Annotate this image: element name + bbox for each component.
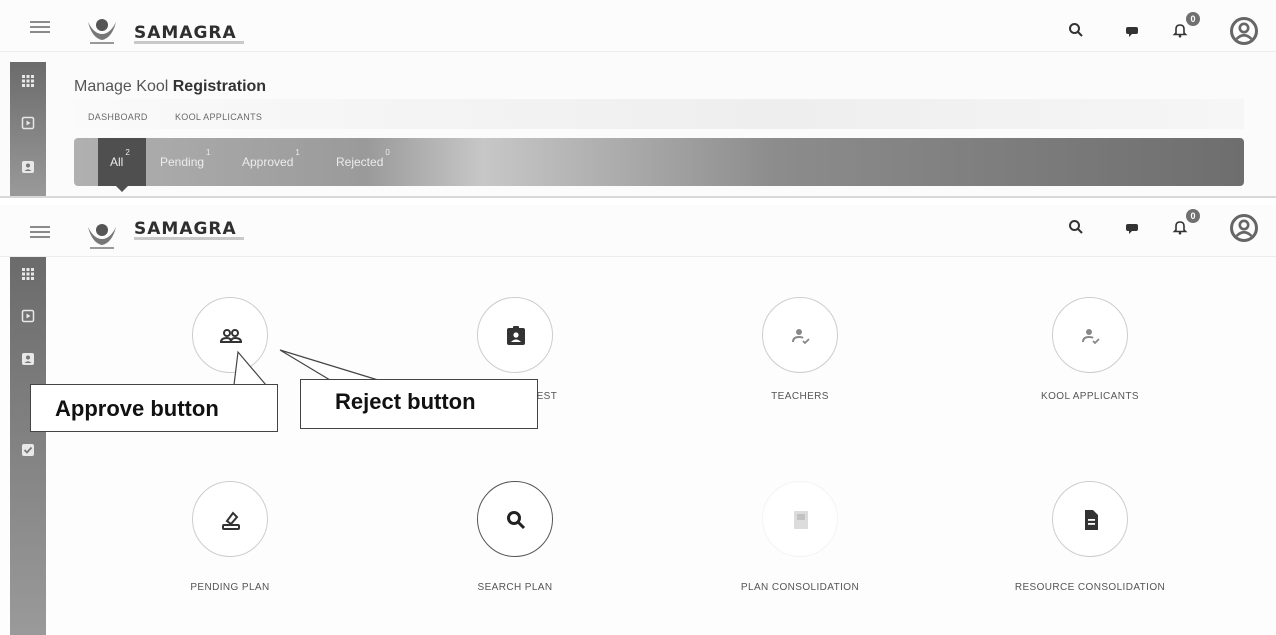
- group-icon[interactable]: [192, 297, 268, 373]
- bell-icon[interactable]: [1172, 219, 1188, 235]
- approve-button-callout: Approve button: [30, 384, 278, 432]
- sidebar: [10, 257, 46, 635]
- bell-icon[interactable]: [1172, 22, 1188, 38]
- plan-consolidation-icon[interactable]: [762, 481, 838, 557]
- tile-label: KOOL APPLICANTS: [1041, 391, 1139, 402]
- registration-screen: SAMAGRA 0 Manage Kool Registration DASHB…: [0, 0, 1276, 198]
- checkbox-icon[interactable]: [21, 443, 35, 457]
- tile-pending-plan[interactable]: PENDING PLAN: [90, 467, 370, 635]
- breadcrumb-kool-applicants[interactable]: KOOL APPLICANTS: [175, 112, 262, 122]
- brand-name: SAMAGRA: [134, 219, 237, 239]
- teacher-icon[interactable]: [762, 297, 838, 373]
- tile-label: TEACHERS: [771, 391, 829, 402]
- search-icon[interactable]: [1068, 219, 1084, 235]
- sidebar: [10, 62, 46, 196]
- tile-search-plan[interactable]: SEARCH PLAN: [375, 467, 655, 635]
- menu-icon[interactable]: [30, 226, 50, 238]
- tab-rejected[interactable]: Rejected0: [336, 148, 390, 169]
- notification-badge: 0: [1186, 12, 1200, 26]
- tile-kool-applicants[interactable]: KOOL APPLICANTS: [950, 287, 1230, 457]
- tile-label: PENDING PLAN: [190, 582, 270, 593]
- profile-card-icon[interactable]: [21, 352, 35, 366]
- brand-tagline: [134, 237, 244, 240]
- tile-plan-consolidation[interactable]: PLAN CONSOLIDATION: [660, 467, 940, 635]
- notification-badge: 0: [1186, 209, 1200, 223]
- status-tabs: All2 Pending1 Approved1 Rejected0: [74, 138, 1244, 192]
- document-icon[interactable]: [1052, 481, 1128, 557]
- app-header: SAMAGRA 0: [0, 205, 1276, 257]
- breadcrumb-dashboard[interactable]: DASHBOARD: [88, 112, 148, 122]
- brand-name: SAMAGRA: [134, 23, 237, 43]
- brand-tagline: [134, 41, 244, 44]
- account-icon[interactable]: [1230, 17, 1258, 45]
- tile-label: RESOURCE CONSOLIDATION: [1014, 582, 1166, 593]
- page-title: Manage Kool Registration: [74, 78, 267, 95]
- breadcrumb: DASHBOARD KOOL APPLICANTS: [74, 99, 1244, 129]
- tile-label: SEARCH PLAN: [477, 582, 553, 593]
- applicant-icon[interactable]: [1052, 297, 1128, 373]
- search-icon[interactable]: [1068, 22, 1084, 38]
- apps-grid-icon[interactable]: [21, 267, 35, 281]
- video-icon[interactable]: [21, 309, 35, 323]
- chat-icon[interactable]: [1124, 219, 1140, 235]
- profile-card-icon[interactable]: [21, 160, 35, 174]
- tile-resource-consolidation[interactable]: RESOURCE CONSOLIDATION: [950, 467, 1230, 635]
- account-icon[interactable]: [1230, 214, 1258, 242]
- tab-all-label: All2: [110, 148, 130, 169]
- tab-pending[interactable]: Pending1: [160, 148, 211, 169]
- app-header: SAMAGRA 0: [0, 0, 1276, 52]
- badge-icon[interactable]: [477, 297, 553, 373]
- tile-label: PLAN CONSOLIDATION: [740, 582, 860, 593]
- samagra-logo-icon: [88, 19, 116, 44]
- reject-button-callout: Reject button: [300, 379, 538, 429]
- chat-icon[interactable]: [1124, 22, 1140, 38]
- tile-teachers[interactable]: TEACHERS: [660, 287, 940, 457]
- pending-plan-icon[interactable]: [192, 481, 268, 557]
- apps-grid-icon[interactable]: [21, 74, 35, 88]
- video-icon[interactable]: [21, 116, 35, 130]
- tab-approved[interactable]: Approved1: [242, 148, 300, 169]
- search-plan-icon[interactable]: [477, 481, 553, 557]
- tile-request[interactable]: QUEST: [375, 287, 655, 457]
- menu-icon[interactable]: [30, 21, 50, 33]
- samagra-logo-icon: [88, 224, 116, 249]
